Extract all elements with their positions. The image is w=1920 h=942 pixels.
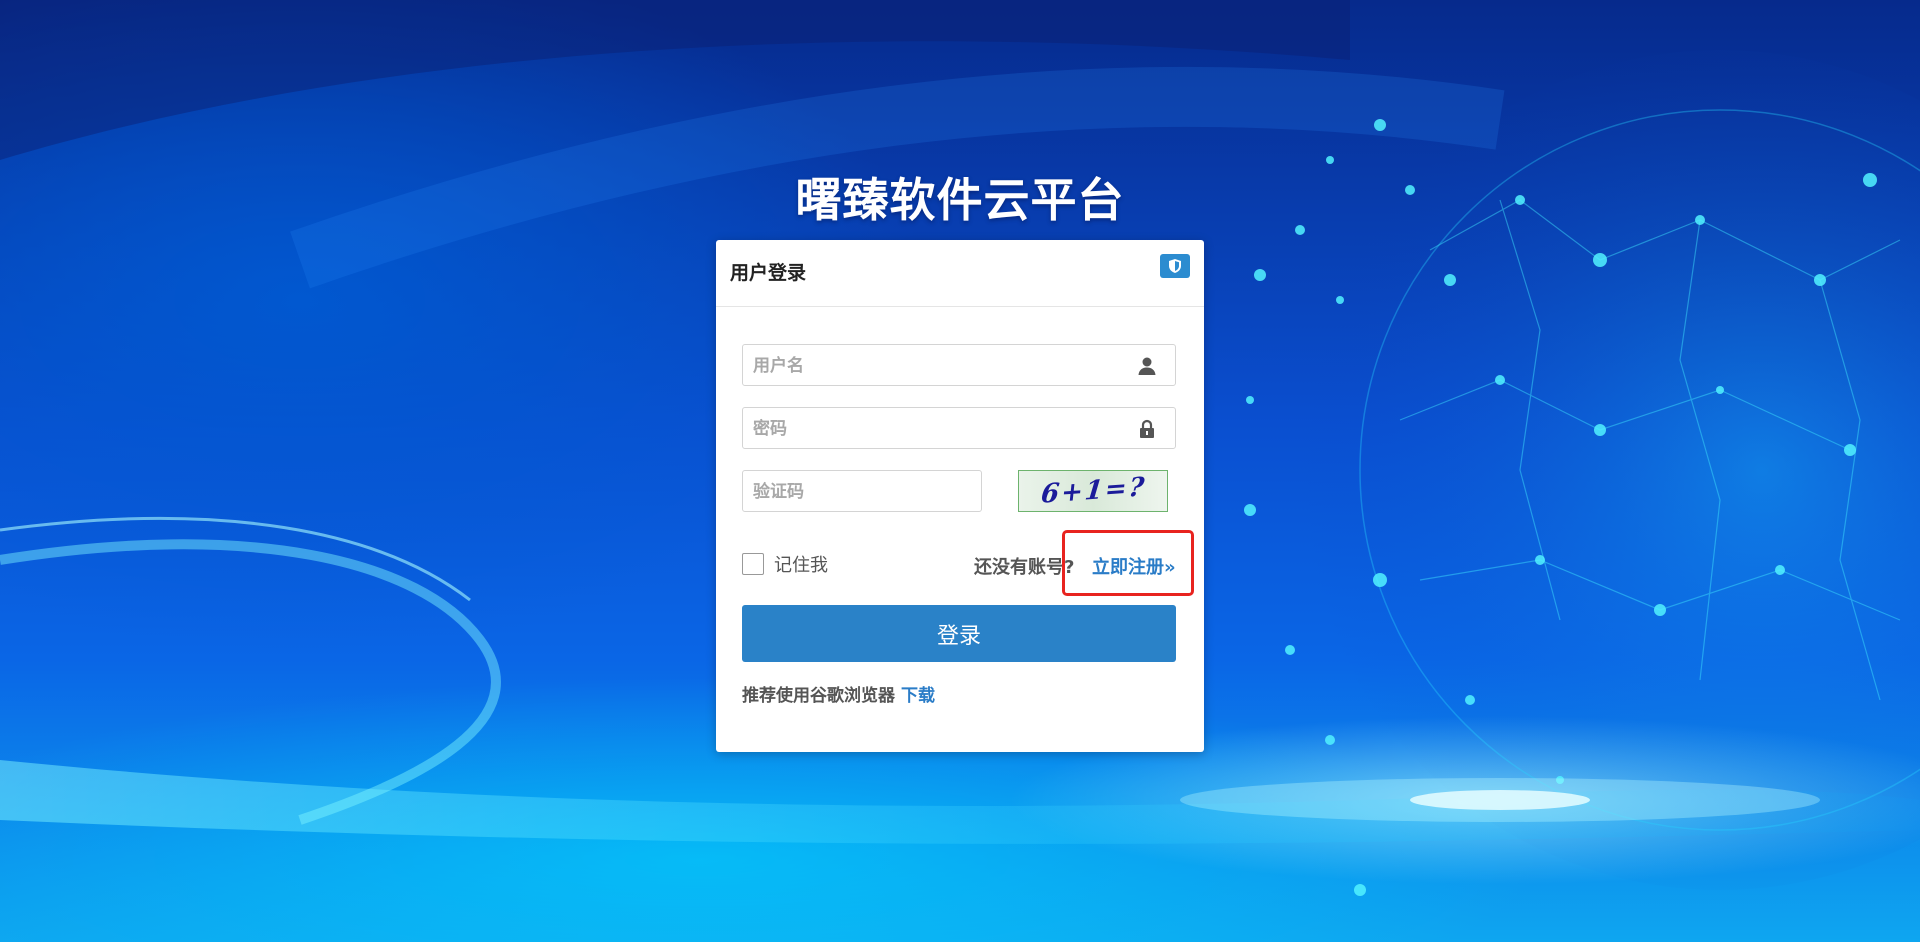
- browser-tip: 推荐使用谷歌浏览器 下载: [742, 681, 935, 706]
- captcha-image[interactable]: 6+1=?: [1018, 470, 1168, 512]
- page-title: 曙臻软件云平台: [795, 173, 1125, 227]
- browser-tip-text: 推荐使用谷歌浏览器: [742, 686, 895, 706]
- no-account-text: 还没有账号?: [974, 557, 1075, 578]
- login-card-title: 用户登录: [730, 262, 807, 284]
- lock-icon: [1137, 419, 1157, 439]
- remember-me[interactable]: 记住我: [742, 552, 828, 576]
- password-input[interactable]: [751, 408, 1115, 450]
- remember-checkbox[interactable]: [742, 553, 764, 575]
- captcha-input[interactable]: [751, 471, 975, 513]
- shield-icon: [1160, 254, 1190, 278]
- login-card-header: 用户登录: [716, 240, 1204, 307]
- username-field[interactable]: [742, 344, 1176, 387]
- username-input[interactable]: [751, 345, 1115, 387]
- captcha-text: 6+1=?: [1039, 472, 1147, 510]
- login-card: 用户登录 6+1=?: [716, 240, 1204, 752]
- password-field[interactable]: [742, 407, 1176, 450]
- remember-label: 记住我: [774, 555, 828, 576]
- captcha-field[interactable]: [742, 470, 982, 513]
- download-link[interactable]: 下载: [901, 686, 935, 706]
- register-highlight-box: [1062, 530, 1194, 596]
- login-button[interactable]: 登录: [742, 605, 1176, 662]
- user-icon: [1137, 356, 1157, 376]
